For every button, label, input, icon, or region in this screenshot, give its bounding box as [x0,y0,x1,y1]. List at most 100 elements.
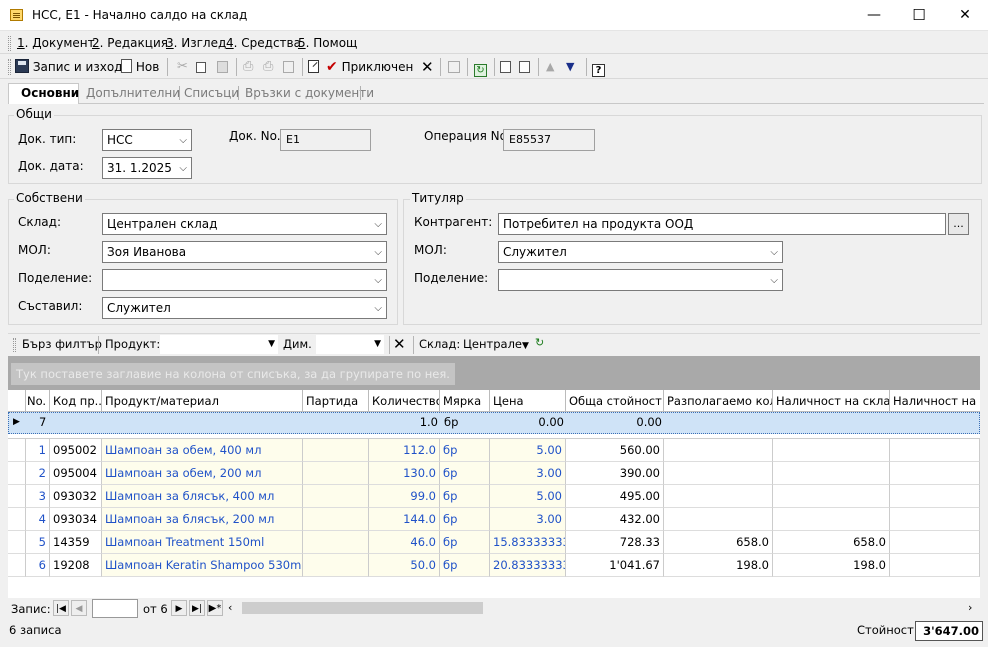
row-total[interactable]: 1'041.67 [566,554,664,577]
row-no[interactable]: 3 [26,485,50,508]
row-total[interactable]: 728.33 [566,531,664,554]
table-row[interactable]: 1 095002 Шампоан за обем, 400 мл 112.0 бр 5.0… [8,439,980,462]
doc-type-select[interactable]: НСС ⌵ [102,129,192,151]
column-header-no[interactable]: No. [26,390,50,412]
row-product[interactable]: Шампоан за блясък, 200 мл [102,508,303,531]
column-header-available[interactable]: Разполагаемо кол. [664,390,773,412]
warehouse-select[interactable]: Централен склад ⌵ [102,213,387,235]
new-row[interactable]: ▶ 7 1.0 бр 0.00 0.00 [8,412,980,434]
row-total[interactable]: 390.00 [566,462,664,485]
minimize-button[interactable]: — [851,0,897,31]
close-button[interactable]: ✕ [942,0,988,31]
copy-icon[interactable] [196,58,206,76]
row-code[interactable]: 093032 [50,485,102,508]
row-product[interactable]: Шампоан Keratin Shampoo 530ml [102,554,303,577]
own-mol-select[interactable]: Зоя Иванова ⌵ [102,241,387,263]
group-by-panel[interactable]: Тук поставете заглавие на колона от спис… [8,356,980,390]
row-unit[interactable]: бр [440,439,490,462]
row-code[interactable]: 095004 [50,462,102,485]
row-stock-2[interactable] [890,485,980,508]
row-price[interactable]: 3.00 [490,508,566,531]
paste-icon[interactable] [217,58,228,76]
menu-document[interactable]: 1. Документ [17,36,95,50]
help-icon[interactable]: ? [592,58,605,77]
author-select[interactable]: Служител ⌵ [102,297,387,319]
next-record-button[interactable]: ▶ [171,600,187,616]
row-total[interactable]: 495.00 [566,485,664,508]
row-qty[interactable]: 130.0 [369,462,440,485]
menu-help[interactable]: 5. Помощ [298,36,357,50]
holder-mol-select[interactable]: Служител ⌵ [498,241,783,263]
paste-document-icon[interactable] [519,58,530,76]
partner-field[interactable]: Потребител на продукта ООД [498,213,946,235]
tab-additional[interactable]: Допълнителни [86,85,180,101]
row-stock-2[interactable] [890,554,980,577]
tab-related-documents[interactable]: Връзки с документи [245,85,374,101]
table-row[interactable]: 6 19208 Шампоан Keratin Shampoo 530ml 50.0 б… [8,554,980,577]
row-available[interactable] [664,462,773,485]
row-batch[interactable] [303,554,369,577]
row-available[interactable] [664,508,773,531]
row-stock[interactable] [773,485,890,508]
column-header-price[interactable]: Цена [490,390,566,412]
partner-browse-button[interactable]: ... [948,213,969,235]
holder-division-select[interactable]: ⌵ [498,269,783,291]
export-icon[interactable] [283,58,294,76]
menu-edit[interactable]: 2. Редакция [92,36,168,50]
last-record-button[interactable]: ▶| [189,600,205,616]
menu-view[interactable]: 3. Изглед [166,36,226,50]
row-qty[interactable]: 144.0 [369,508,440,531]
row-total[interactable]: 432.00 [566,508,664,531]
tab-main[interactable]: Основни [21,85,79,101]
column-header-total[interactable]: Обща стойност [566,390,664,412]
cut-icon[interactable]: ✂ [177,58,188,76]
row-no[interactable]: 5 [26,531,50,554]
row-unit[interactable]: бр [440,554,490,577]
filter-dim-select[interactable]: ▼ [316,335,384,354]
column-header-quantity[interactable]: Количество [369,390,440,412]
row-code[interactable]: 095002 [50,439,102,462]
row-no[interactable]: 2 [26,462,50,485]
row-no[interactable]: 6 [26,554,50,577]
scroll-right-icon[interactable]: › [968,601,972,614]
row-price[interactable]: 20.83333333 [490,554,566,577]
menu-tools[interactable]: 4. Средства [226,36,301,50]
move-up-icon[interactable]: ▲ [546,58,554,76]
row-batch[interactable] [303,531,369,554]
row-stock[interactable] [773,462,890,485]
table-row[interactable]: 2 095004 Шампоан за обем, 200 мл 130.0 бр 3.0… [8,462,980,485]
list-icon[interactable] [448,58,460,76]
row-total[interactable]: 560.00 [566,439,664,462]
filter-warehouse-select[interactable]: Централе▼ [463,337,529,351]
copy-document-icon[interactable] [500,58,511,76]
row-stock-2[interactable] [890,462,980,485]
row-product[interactable]: Шампоан за обем, 200 мл [102,462,303,485]
print-preview-icon[interactable]: ⎙ [263,58,273,76]
row-available[interactable] [664,485,773,508]
own-division-select[interactable]: ⌵ [102,269,387,291]
row-product[interactable]: Шампоан за обем, 400 мл [102,439,303,462]
tab-lists[interactable]: Списъци [184,85,239,101]
row-stock-2[interactable] [890,508,980,531]
row-unit[interactable]: бр [440,508,490,531]
column-header-stock-2[interactable]: Наличност на ск [890,390,980,412]
print-icon[interactable]: ⎙ [243,58,253,76]
row-qty[interactable]: 99.0 [369,485,440,508]
horizontal-scrollbar-thumb[interactable] [242,602,483,614]
maximize-button[interactable]: ☐ [896,0,942,31]
doc-date-picker[interactable]: 31. 1.2025 ⌵ [102,157,192,179]
column-header-batch[interactable]: Партида [303,390,369,412]
scroll-left-icon[interactable]: ‹ [228,601,232,614]
table-row[interactable]: 5 14359 Шампоан Treatment 150ml 46.0 бр 15.83… [8,531,980,554]
row-qty[interactable]: 50.0 [369,554,440,577]
filter-product-select[interactable]: ▼ [160,335,278,354]
row-price[interactable]: 5.00 [490,485,566,508]
row-price[interactable]: 15.83333333 [490,531,566,554]
refresh-icon[interactable]: ↻ [474,58,487,77]
row-unit[interactable]: бр [440,531,490,554]
row-unit[interactable]: бр [440,485,490,508]
row-unit[interactable]: бр [440,462,490,485]
column-header-product[interactable]: Продукт/материал [102,390,303,412]
edit-note-icon[interactable] [308,58,319,76]
row-price[interactable]: 5.00 [490,439,566,462]
